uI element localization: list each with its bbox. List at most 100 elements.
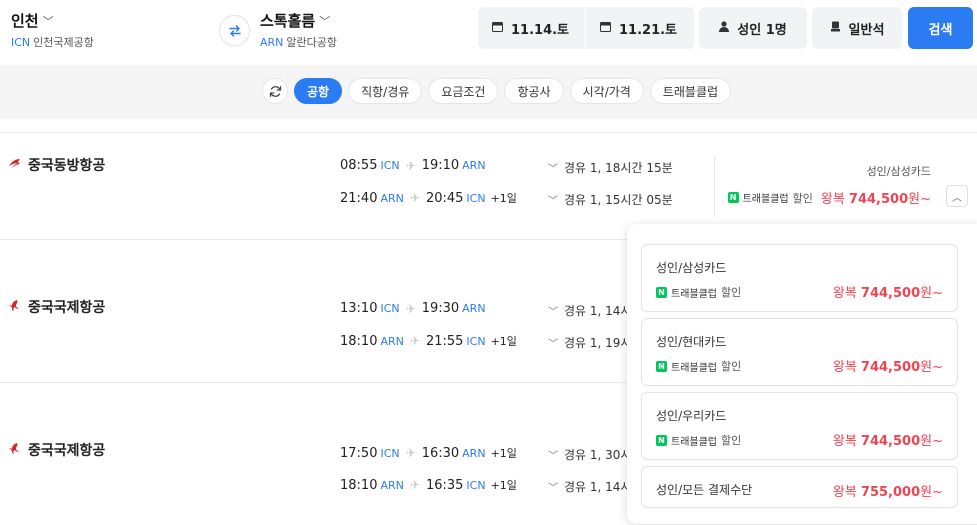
filter-chip-time-price[interactable]: 시각/가격 — [569, 78, 644, 104]
club-label: 트래블클럽 — [742, 194, 789, 205]
next-day-badge: +1일 — [490, 192, 517, 205]
chevron-down-icon: ﹀ — [548, 164, 558, 175]
price-option-amount: 왕복 755,000원~ — [833, 481, 943, 500]
price-value: 744,500 — [860, 434, 921, 449]
price-suffix: 원~ — [920, 434, 943, 449]
price-prefix: 왕복 — [832, 485, 857, 500]
price-suffix: 원~ — [920, 485, 943, 500]
price-prefix: 왕복 — [832, 360, 857, 375]
filter-chip-airline[interactable]: 항공사 — [504, 78, 564, 104]
filter-chip-airport[interactable]: 공항 — [294, 78, 343, 104]
stops-info[interactable]: ﹀ 경유 1, 14시 — [548, 478, 631, 495]
origin-city: 인천 — [11, 12, 39, 30]
filter-chip-direct[interactable]: 직항/경유 — [348, 78, 423, 104]
price-line: N 트래블클럽 할인 왕복 744,500원~ — [727, 188, 931, 207]
cabin-label: 일반석 — [848, 22, 885, 38]
flight-leg-return: 18:10 ARN ✈ 21:55 ICN +1일 — [340, 333, 517, 349]
airline-logo-icon — [8, 158, 21, 173]
swap-icon[interactable] — [219, 15, 250, 46]
cabin-button[interactable]: 일반석 — [812, 7, 902, 49]
departure-code: ARN — [380, 191, 404, 205]
price-area: 성인/삼성카드 N 트래블클럽 할인 왕복 744,500원~ ︿ — [714, 155, 976, 217]
price-option[interactable]: 성인/현대카드 N 트래블클럽 할인 왕복 744,500원~ — [641, 318, 958, 386]
stops-info[interactable]: ﹀ 경유 1, 14시 — [548, 302, 631, 319]
price-option-amount: 왕복 744,500원~ — [833, 430, 943, 449]
departure-time: 08:55 — [340, 158, 378, 173]
departure-code: ICN — [380, 302, 400, 315]
arrival-time: 21:55 — [425, 333, 464, 349]
refresh-icon[interactable] — [262, 78, 288, 104]
stops-info[interactable]: ﹀ 경유 1, 30시 — [548, 446, 631, 463]
chevron-down-icon: ﹀ — [548, 307, 558, 318]
departure-time: 21:40 — [340, 190, 378, 206]
price-suffix: 원~ — [920, 286, 943, 301]
date-selector: 11.14.토 11.21.토 — [478, 7, 694, 49]
chevron-up-icon[interactable]: ︿ — [946, 185, 968, 207]
departure-code: ARN — [380, 334, 404, 348]
club-label: 트래블클럽 — [671, 288, 717, 300]
flight-leg-outbound: 17:50 ICN ✈ 16:30 ARN +1일 — [340, 445, 517, 461]
passengers-button[interactable]: 성인 1명 — [699, 7, 807, 49]
destination-city: 스톡홀름 — [260, 12, 316, 30]
departure-time: 17:50 — [340, 445, 378, 461]
price-prefix: 왕복 — [832, 286, 857, 301]
search-header: 인천 ﹀ ICN 인천국제공항 스톡홀름 ﹀ ARN 알란다공항 11.14.토 11.… — [0, 0, 977, 60]
filter-chip-fare[interactable]: 요금조건 — [428, 78, 499, 104]
airline-name: 중국동방항공 — [28, 158, 106, 174]
price-option[interactable]: 성인/모든 결제수단 왕복 755,000원~ — [641, 466, 958, 508]
discount-label: 할인 — [792, 191, 813, 205]
return-date-button[interactable]: 11.21.토 — [600, 7, 677, 49]
plane-icon: ✈ — [409, 191, 420, 205]
airline: 중국국제항공 — [8, 440, 105, 460]
flight-leg-return: 18:10 ARN ✈ 16:35 ICN +1일 — [340, 477, 517, 493]
price-option-card: 성인/모든 결제수단 — [656, 483, 753, 497]
divider — [585, 7, 586, 49]
departure-time: 13:10 — [340, 301, 378, 316]
next-day-badge: +1일 — [490, 335, 517, 348]
plane-icon: ✈ — [405, 158, 416, 173]
naver-n-badge-icon: N — [656, 434, 667, 446]
search-button[interactable]: 검색 — [908, 7, 973, 49]
passengers-label: 성인 1명 — [737, 22, 787, 38]
depart-date-button[interactable]: 11.14.토 — [492, 7, 569, 49]
departure-code: ARN — [380, 478, 404, 492]
stops-text: 경유 1, 18시간 15분 — [564, 161, 673, 175]
stops-info[interactable]: ﹀ 경유 1, 19시 — [548, 334, 631, 351]
flight-leg-outbound: 08:55 ICN ✈ 19:10 ARN — [340, 158, 486, 173]
origin-selector[interactable]: 인천 ﹀ ICN 인천국제공항 — [11, 10, 94, 50]
discount-label: 할인 — [721, 360, 742, 373]
discount-label: 할인 — [721, 286, 742, 299]
price-option[interactable]: 성인/삼성카드 N 트래블클럽 할인 왕복 744,500원~ — [641, 244, 958, 312]
airline-name: 중국국제항공 — [28, 443, 106, 459]
destination-selector[interactable]: 스톡홀름 ﹀ ARN 알란다공항 — [260, 10, 337, 50]
person-icon — [719, 21, 730, 35]
arrival-code: ARN — [462, 302, 486, 315]
stops-text: 경유 1, 30시 — [564, 448, 632, 462]
price-option-card: 성인/현대카드 — [656, 335, 727, 349]
destination-airport: 알란다공항 — [286, 36, 338, 49]
club-label: 트래블클럽 — [671, 362, 717, 374]
destination-code: ARN — [260, 36, 284, 49]
arrival-code: ARN — [462, 159, 486, 172]
airline: 중국국제항공 — [8, 297, 105, 317]
flight-result-row[interactable]: 중국동방항공 08:55 ICN ✈ 19:10 ARN ﹀ 경유 1, 18시… — [0, 132, 977, 239]
airline-logo-icon — [8, 299, 21, 316]
arrival-time: 16:30 — [421, 445, 460, 461]
price-option-card: 성인/삼성카드 — [656, 261, 727, 275]
price-amount[interactable]: 왕복 744,500원~ — [821, 188, 931, 207]
price-card-label: 성인/삼성카드 — [866, 165, 931, 178]
price-option[interactable]: 성인/우리카드 N 트래블클럽 할인 왕복 744,500원~ — [641, 392, 958, 460]
origin-code: ICN — [11, 36, 31, 49]
stops-text: 경유 1, 19시 — [564, 336, 632, 350]
stops-info[interactable]: ﹀ 경유 1, 15시간 05분 — [548, 191, 673, 208]
club-line: N 트래블클럽 할인 — [656, 432, 741, 448]
stops-info[interactable]: ﹀ 경유 1, 18시간 15분 — [548, 159, 673, 176]
departure-code: ICN — [380, 446, 400, 460]
flight-leg-outbound: 13:10 ICN ✈ 19:30 ARN — [340, 301, 486, 316]
airline-logo-icon — [8, 442, 21, 459]
price-value: 744,500 — [848, 192, 909, 207]
filter-chip-travel-club[interactable]: 트래블클럽 — [649, 78, 732, 104]
departure-code: ICN — [380, 159, 400, 172]
price-option-card: 성인/우리카드 — [656, 409, 727, 423]
discount-label: 할인 — [721, 434, 742, 447]
